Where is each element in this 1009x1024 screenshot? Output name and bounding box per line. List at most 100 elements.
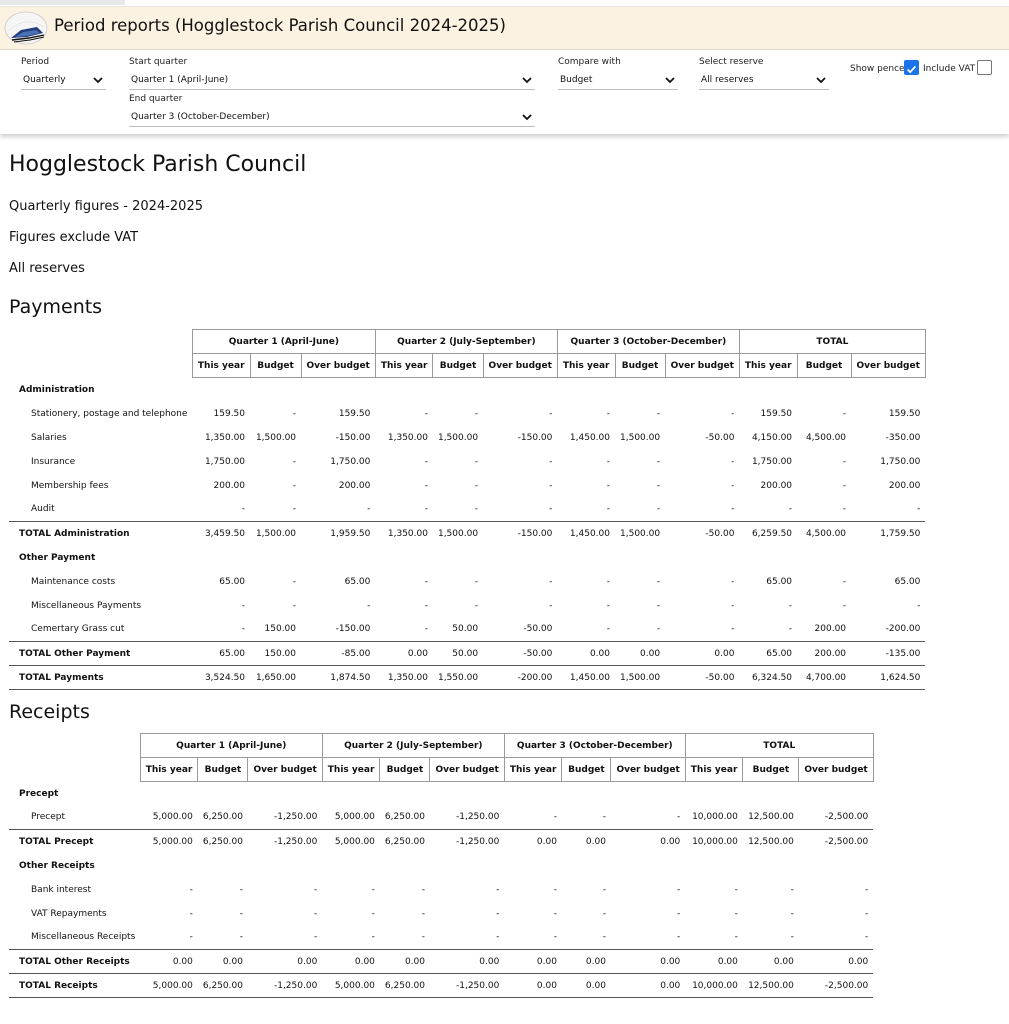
cell-value: - <box>474 456 479 467</box>
empty-cell <box>504 854 562 878</box>
column-header: Budget <box>796 353 852 378</box>
start-quarter-select[interactable]: Quarter 1 (April-June) <box>129 70 535 90</box>
grand-total-row: TOTAL Receipts 5,000.00 6,250.00 -1,250.00 5… <box>9 973 874 998</box>
cell-value: 4,150.00 <box>751 432 793 443</box>
cell-value: 6,250.00 <box>197 829 248 854</box>
cell-value: -200.00 <box>483 665 558 690</box>
cell-value: - <box>424 480 428 491</box>
empty-cell <box>615 378 665 402</box>
cell-value: 159.50 <box>888 408 921 419</box>
category-label: Other Receipts <box>19 860 95 871</box>
cell-value: -1,250.00 <box>456 812 500 823</box>
empty-cell <box>430 854 504 878</box>
cell-value: 1,759.50 <box>851 521 926 546</box>
empty-cell <box>380 782 430 806</box>
category-label: Precept <box>19 788 59 799</box>
category-row: Precept <box>9 782 873 806</box>
cell-value: 1,450.00 <box>557 665 615 690</box>
period-header: Quarter 1 (April-June) <box>139 733 323 758</box>
app-logo-icon <box>4 11 48 45</box>
cell-value: 0.00 <box>504 973 562 998</box>
row-label: TOTAL Receipts <box>9 973 141 998</box>
empty-cell <box>851 546 925 570</box>
cell-value: 12,500.00 <box>742 973 799 998</box>
cell-value: - <box>606 480 610 491</box>
cell-value: 0.00 <box>798 949 874 974</box>
row-label: Membership fees <box>31 480 109 491</box>
cell-value: 150.00 <box>264 624 297 635</box>
period-header: Quarter 3 (October-December) <box>556 329 740 354</box>
cell-value: 0.00 <box>375 641 433 666</box>
cell-value: 1,350.00 <box>375 521 433 546</box>
cell-value: 1,624.50 <box>851 665 926 690</box>
empty-cell <box>248 782 322 806</box>
cell-value: - <box>292 480 297 491</box>
cell-value: 1,450.00 <box>569 432 610 443</box>
title-bar: Period reports (Hogglestock Parish Counc… <box>0 7 1009 50</box>
empty-cell <box>797 546 851 570</box>
cell-value: - <box>549 600 553 611</box>
chevron-down-icon <box>665 77 675 84</box>
cell-value: - <box>474 408 479 419</box>
cell-value: - <box>606 408 610 419</box>
cell-value: 5,000.00 <box>322 973 380 998</box>
row-label: TOTAL Administration <box>9 521 193 546</box>
payments-table: Quarter 1 (April-June) Quarter 2 (July-Se… <box>9 329 926 690</box>
table-row: Bank interest - - - - - - - - - - - - <box>9 878 873 902</box>
include-vat-checkbox[interactable] <box>977 60 992 75</box>
cell-value: - <box>602 884 606 895</box>
cell-value: 0.00 <box>561 949 611 974</box>
cell-value: 6,324.50 <box>739 665 798 690</box>
row-label: Salaries <box>31 432 67 443</box>
cell-value: - <box>239 908 243 919</box>
cell-value: - <box>189 884 193 895</box>
period-select[interactable]: Quarterly <box>21 70 106 90</box>
cell-value: - <box>474 576 479 587</box>
column-header: This year <box>374 353 434 378</box>
column-header: Over budget <box>482 353 558 378</box>
cell-value: - <box>239 932 243 943</box>
cell-value: 1,500.00 <box>615 665 666 690</box>
cell-value: - <box>731 408 735 419</box>
cell-value: - <box>371 908 375 919</box>
cell-value: - <box>734 932 738 943</box>
empty-cell <box>250 546 301 570</box>
cell-value: - <box>292 456 297 467</box>
cell-value: -350.00 <box>885 432 921 443</box>
chevron-down-icon <box>816 77 826 84</box>
cell-value: - <box>292 600 297 611</box>
row-label: Insurance <box>31 456 76 467</box>
cell-value: 1,500.00 <box>437 432 479 443</box>
cell-value: - <box>677 908 681 919</box>
cell-value: - <box>602 812 606 823</box>
compare-with-select[interactable]: Budget <box>558 70 678 90</box>
column-header: Over budget <box>610 757 686 782</box>
cell-value: 0.00 <box>504 949 562 974</box>
cell-value: - <box>189 932 193 943</box>
column-header: Over budget <box>850 353 926 378</box>
period-header: Quarter 2 (July-September) <box>374 329 558 354</box>
cell-value: - <box>553 908 557 919</box>
column-header: Budget <box>379 757 431 782</box>
column-header: Budget <box>561 757 612 782</box>
cell-value: -150.00 <box>335 624 371 635</box>
column-header: Over budget <box>247 757 323 782</box>
cell-value: 65.00 <box>344 576 371 587</box>
column-header: Over budget <box>798 757 874 782</box>
cell-value: - <box>424 576 428 587</box>
select-reserve-select[interactable]: All reserves <box>699 70 829 90</box>
cell-value: - <box>602 932 606 943</box>
cell-value: -2,500.00 <box>798 829 874 854</box>
cell-value: - <box>424 624 428 635</box>
cell-value: - <box>790 884 794 895</box>
cell-value: - <box>842 600 847 611</box>
cell-value: -1,250.00 <box>429 973 505 998</box>
cell-value: - <box>656 480 661 491</box>
cell-value: - <box>606 456 610 467</box>
end-quarter-select[interactable]: Quarter 3 (October-December) <box>129 107 535 127</box>
include-vat-label: Include VAT <box>923 64 976 74</box>
show-pence-checkbox[interactable] <box>904 60 919 75</box>
organisation-heading: Hogglestock Parish Council <box>9 152 307 177</box>
cell-value: 1,450.00 <box>557 521 615 546</box>
cell-value: - <box>549 576 553 587</box>
